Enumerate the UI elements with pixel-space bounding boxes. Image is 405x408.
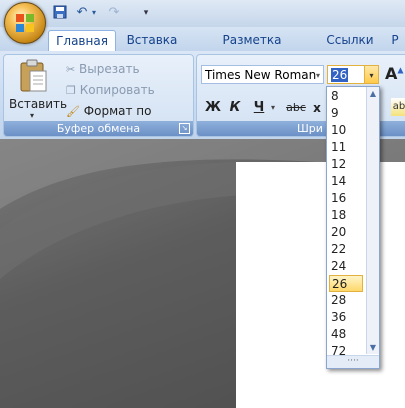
font-size-option[interactable]: 12 bbox=[329, 156, 363, 173]
font-size-dropdown: 8 9 10 11 12 14 16 18 20 22 24 26 28 36 48 72 ▲ ▼ ···· bbox=[326, 86, 380, 369]
chevron-down-icon: ▾ bbox=[315, 71, 320, 80]
paintbrush-icon: 🖌 bbox=[66, 105, 80, 118]
title-bar: ↶ ▾ ↷ ▾ bbox=[0, 0, 405, 27]
font-size-box[interactable]: 26 ▾ bbox=[327, 65, 379, 84]
clipboard-group: Вставить ▾ ✂ Вырезать ❐ Копировать 🖌 Фор… bbox=[3, 54, 194, 137]
tab-insert[interactable]: Вставка bbox=[122, 30, 182, 51]
subscript-button[interactable]: x bbox=[311, 98, 323, 118]
font-size-value: 26 bbox=[331, 68, 349, 82]
font-size-option[interactable]: 36 bbox=[329, 309, 363, 326]
underline-button[interactable]: Ч bbox=[249, 98, 269, 118]
redo-icon[interactable]: ↷ bbox=[106, 5, 122, 21]
font-size-option[interactable]: 22 bbox=[329, 241, 363, 258]
strikethrough-button[interactable]: abc bbox=[283, 98, 309, 118]
font-size-option[interactable]: 18 bbox=[329, 207, 363, 224]
chevron-down-icon[interactable]: ▾ bbox=[138, 5, 154, 21]
cut-button[interactable]: ✂ Вырезать bbox=[66, 61, 140, 78]
cut-label: Вырезать bbox=[79, 62, 140, 76]
font-size-option[interactable]: 10 bbox=[329, 122, 363, 139]
tab-mailings[interactable]: Р bbox=[386, 30, 404, 51]
italic-button[interactable]: К bbox=[225, 98, 245, 118]
scroll-up-icon[interactable]: ▲ bbox=[368, 89, 378, 98]
dialog-launcher-icon[interactable]: ↘ bbox=[179, 123, 190, 134]
font-size-option[interactable]: 9 bbox=[329, 105, 363, 122]
bold-button[interactable]: Ж bbox=[203, 98, 223, 118]
font-size-option[interactable]: 20 bbox=[329, 224, 363, 241]
grow-font-button[interactable]: A▲ bbox=[385, 64, 404, 83]
font-size-option[interactable]: 16 bbox=[329, 190, 363, 207]
font-name-box[interactable]: Times New Roman ▾ bbox=[201, 65, 324, 84]
tab-page-layout[interactable]: Разметка страницы bbox=[190, 30, 314, 68]
ribbon-tabs: Главная Вставка Разметка страницы Ссылки… bbox=[0, 27, 405, 68]
chevron-down-icon: ▾ bbox=[30, 111, 35, 120]
highlight-icon[interactable]: ab bbox=[391, 98, 405, 116]
paste-icon bbox=[20, 59, 47, 92]
font-size-option[interactable]: 24 bbox=[329, 258, 363, 275]
font-size-option[interactable]: 26 bbox=[329, 275, 363, 292]
resize-grip-icon[interactable]: ···· bbox=[327, 355, 379, 368]
copy-label: Копировать bbox=[79, 83, 155, 97]
office-button[interactable] bbox=[4, 2, 46, 44]
scroll-down-icon[interactable]: ▼ bbox=[368, 343, 378, 352]
font-name-value: Times New Roman bbox=[205, 68, 317, 82]
scissors-icon: ✂ bbox=[66, 63, 76, 76]
chevron-down-icon[interactable]: ▾ bbox=[364, 66, 378, 83]
font-size-option[interactable]: 28 bbox=[329, 292, 363, 309]
font-size-option[interactable]: 11 bbox=[329, 139, 363, 156]
copy-button[interactable]: ❐ Копировать bbox=[66, 82, 155, 99]
paste-label: Вставить bbox=[9, 97, 68, 111]
copy-icon: ❐ bbox=[66, 84, 76, 97]
font-size-option[interactable]: 8 bbox=[329, 88, 363, 105]
save-icon[interactable] bbox=[52, 5, 68, 21]
tab-references[interactable]: Ссылки bbox=[322, 30, 378, 51]
font-size-option[interactable]: 14 bbox=[329, 173, 363, 190]
font-size-option[interactable]: 48 bbox=[329, 326, 363, 343]
chevron-down-icon[interactable]: ▾ bbox=[269, 98, 277, 118]
undo-dropdown-icon[interactable]: ▾ bbox=[90, 5, 98, 21]
undo-icon[interactable]: ↶ bbox=[74, 5, 90, 21]
tab-home[interactable]: Главная bbox=[48, 30, 116, 52]
office-logo-icon bbox=[16, 14, 34, 32]
paste-button[interactable]: Вставить ▾ bbox=[4, 55, 67, 120]
dropdown-scrollbar[interactable]: ▲ ▼ bbox=[366, 87, 379, 354]
clipboard-group-label: Буфер обмена bbox=[4, 121, 193, 136]
